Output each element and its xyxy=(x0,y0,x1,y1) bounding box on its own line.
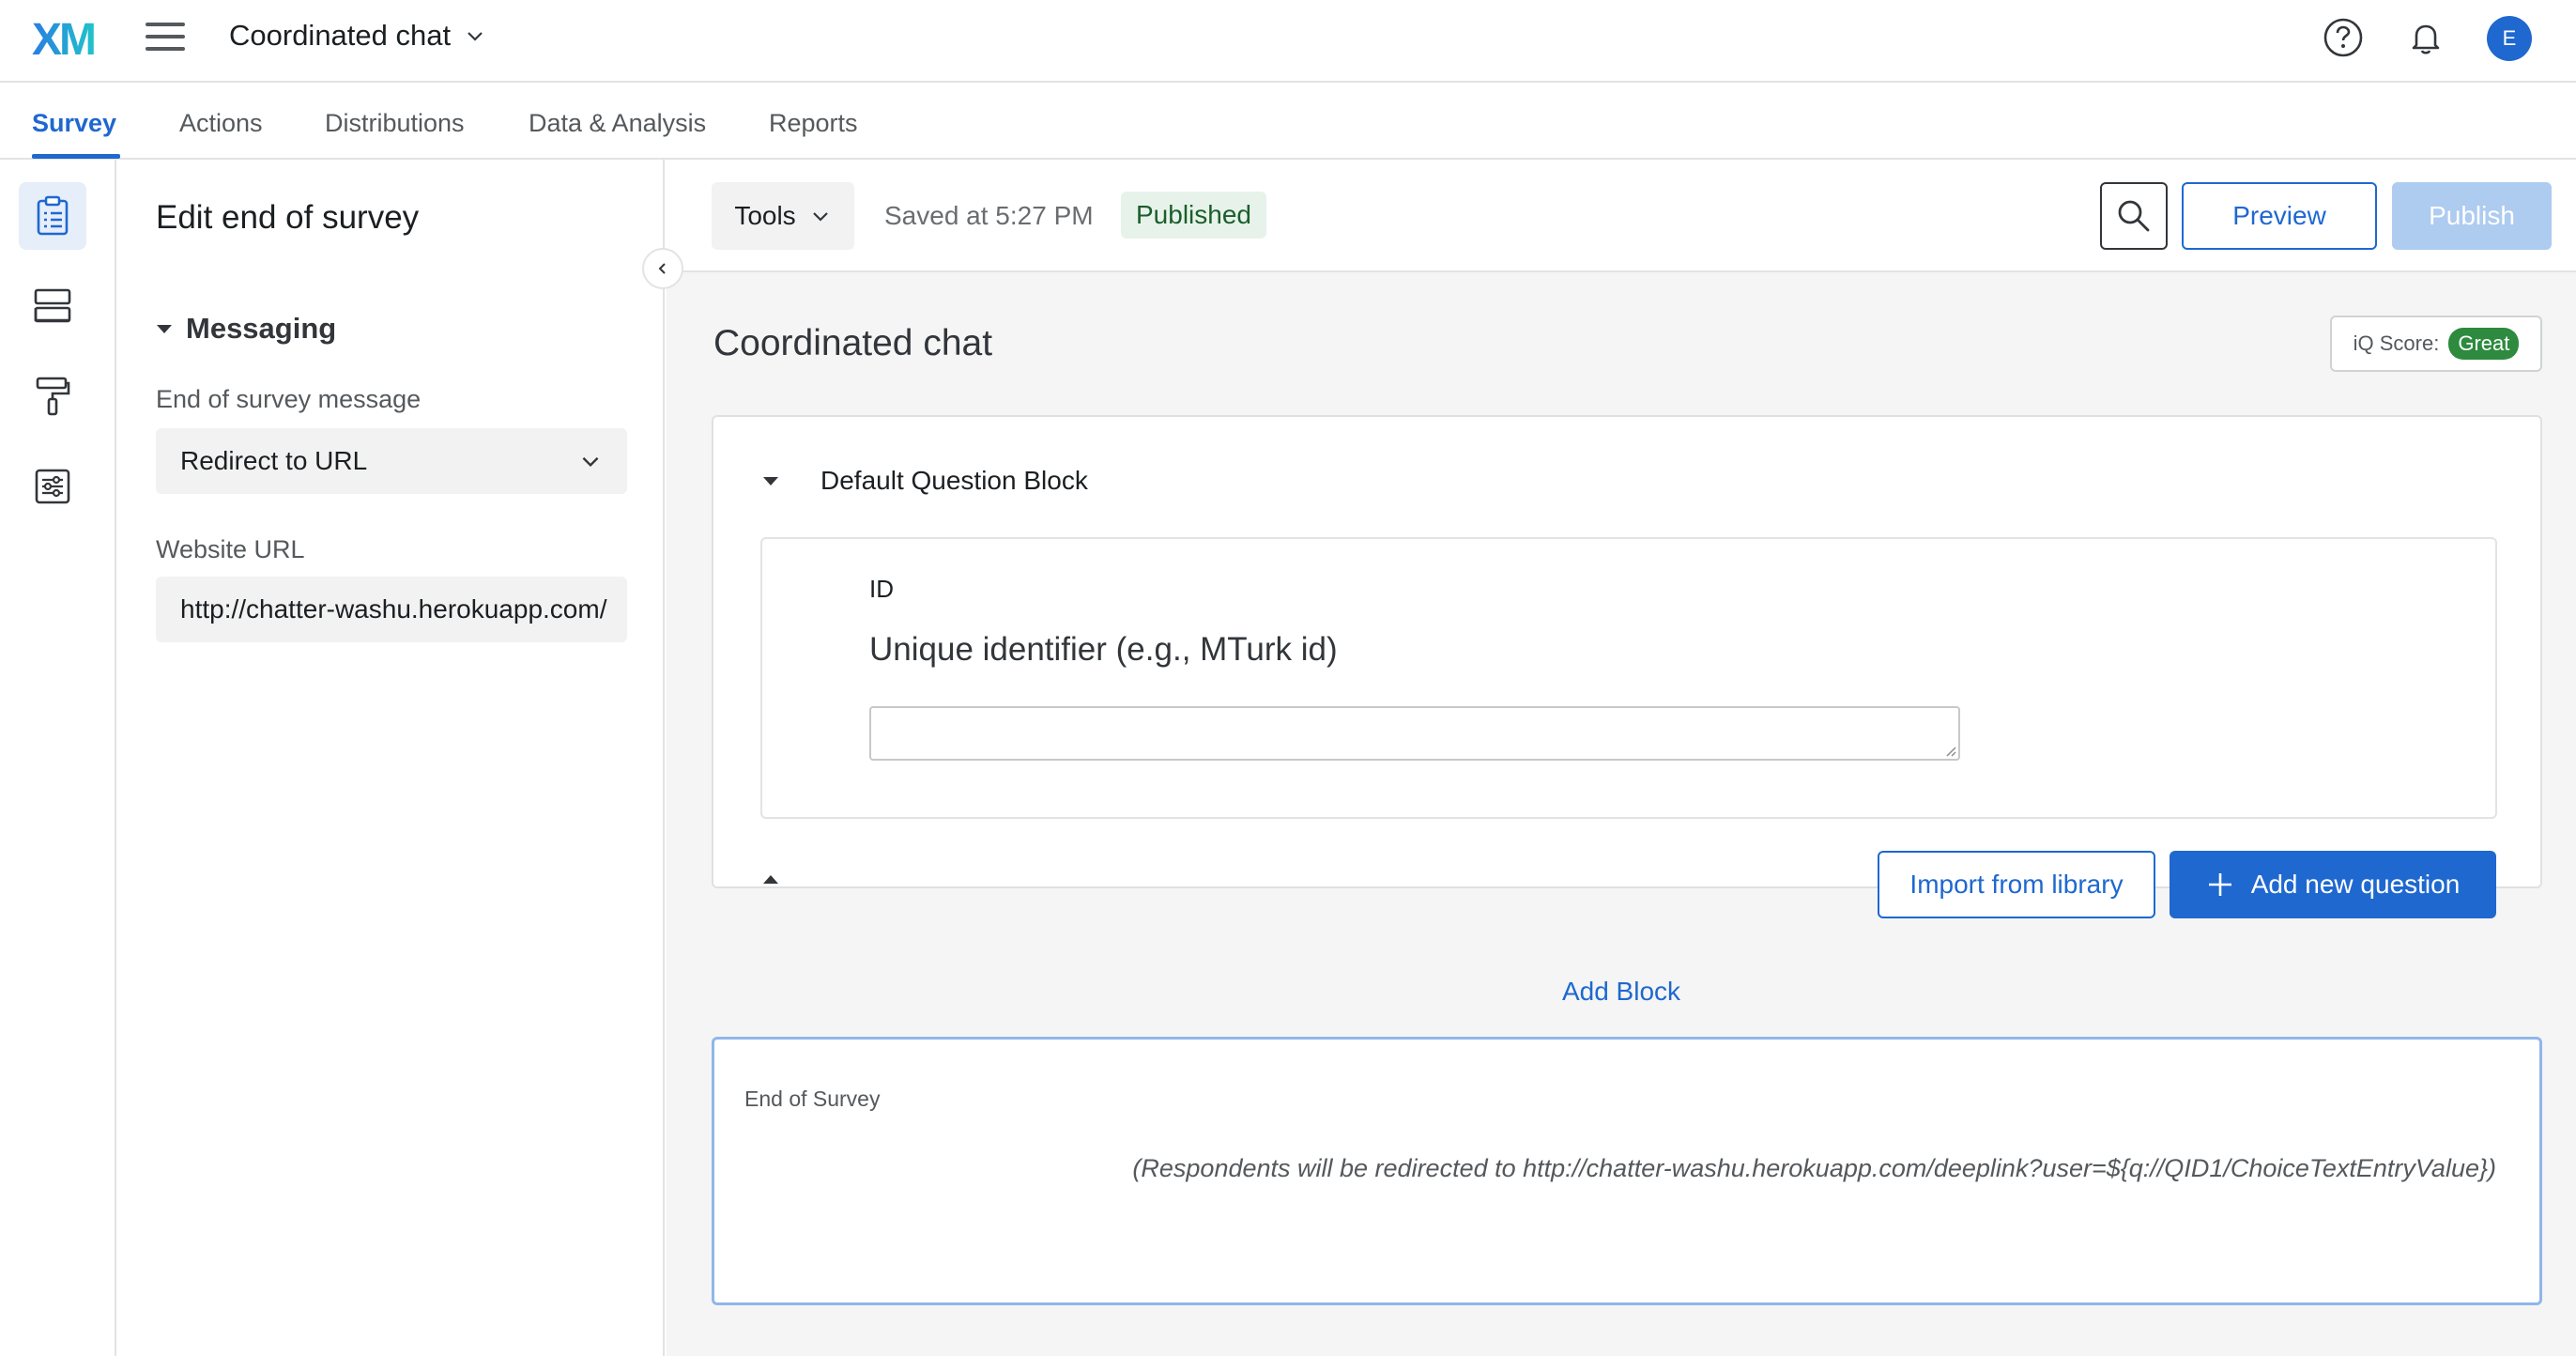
panel-title: Edit end of survey xyxy=(156,199,420,236)
svg-text:XM: XM xyxy=(32,15,94,62)
iq-score-button[interactable]: iQ Score: Great xyxy=(2330,316,2542,372)
block-header[interactable]: Default Question Block xyxy=(762,466,1088,496)
chevron-left-icon xyxy=(658,263,666,274)
end-message-select[interactable]: Redirect to URL xyxy=(156,428,627,494)
resize-handle-icon[interactable] xyxy=(1943,744,1956,757)
survey-title: Coordinated chat xyxy=(713,323,993,363)
add-question-label: Add new question xyxy=(2250,870,2461,899)
question-id: ID xyxy=(869,575,894,603)
search-icon xyxy=(2118,200,2150,232)
tab-reports[interactable]: Reports xyxy=(769,109,858,138)
question-text: Unique identifier (e.g., MTurk id) xyxy=(869,631,1338,668)
caret-down-icon xyxy=(763,477,778,485)
xm-logo[interactable]: XM xyxy=(32,15,107,62)
import-from-library-button[interactable]: Import from library xyxy=(1878,851,2155,918)
iq-score-badge: Great xyxy=(2448,328,2520,360)
menu-icon[interactable] xyxy=(146,23,185,56)
messaging-section-toggle[interactable]: Messaging xyxy=(156,312,336,346)
chevron-down-icon xyxy=(582,456,599,468)
collapse-panel-button[interactable] xyxy=(642,248,683,289)
end-of-survey-label: End of Survey xyxy=(744,1086,881,1111)
main-tabs: Survey Actions Distributions Data & Anal… xyxy=(0,85,2576,160)
tools-dropdown[interactable]: Tools xyxy=(712,182,854,250)
survey-options-icon[interactable] xyxy=(19,453,86,520)
project-title-dropdown[interactable]: Coordinated chat xyxy=(229,19,486,53)
tab-survey[interactable]: Survey xyxy=(32,109,116,138)
tools-label: Tools xyxy=(734,201,796,230)
caret-up-icon xyxy=(763,875,778,884)
tab-distributions[interactable]: Distributions xyxy=(325,109,465,138)
status-badge: Published xyxy=(1121,192,1266,239)
edit-panel: Edit end of survey Messaging End of surv… xyxy=(118,160,665,1356)
active-tab-indicator xyxy=(32,154,120,159)
redirect-message: (Respondents will be redirected to http:… xyxy=(1132,1154,2496,1182)
help-icon[interactable] xyxy=(2321,15,2366,60)
website-url-label: Website URL xyxy=(156,535,305,563)
website-url-input[interactable]: http://chatter-washu.herokuapp.com/ xyxy=(156,577,627,642)
tool-rail xyxy=(0,160,116,1356)
block-name: Default Question Block xyxy=(820,466,1088,495)
save-status: Saved at 5:27 PM xyxy=(884,201,1094,230)
top-bar: XM Coordinated chat E xyxy=(0,0,2576,83)
avatar[interactable]: E xyxy=(2487,16,2532,61)
end-of-survey-block[interactable]: End of Survey (Respondents will be redir… xyxy=(712,1037,2542,1305)
tab-data-analysis[interactable]: Data & Analysis xyxy=(529,109,706,138)
survey-icon[interactable] xyxy=(19,182,86,250)
chevron-down-icon xyxy=(812,212,828,222)
editor-toolbar: Tools Saved at 5:27 PM Published Preview… xyxy=(667,160,2576,272)
end-message-label: End of survey message xyxy=(156,385,422,413)
search-button[interactable] xyxy=(2100,182,2168,250)
plus-icon xyxy=(2208,873,2231,896)
tab-actions[interactable]: Actions xyxy=(179,109,263,138)
add-block-link[interactable]: Add Block xyxy=(667,977,2576,1007)
survey-editor: Tools Saved at 5:27 PM Published Preview… xyxy=(667,160,2576,1356)
project-title: Coordinated chat xyxy=(229,19,452,52)
blocks-icon[interactable] xyxy=(19,272,86,340)
end-message-value: Redirect to URL xyxy=(180,446,368,475)
publish-button[interactable]: Publish xyxy=(2392,182,2552,250)
question-text-entry[interactable] xyxy=(869,706,1960,761)
section-title: Messaging xyxy=(186,312,337,345)
add-new-question-button[interactable]: Add new question xyxy=(2170,851,2496,918)
chevron-down-icon xyxy=(468,32,483,41)
bell-icon[interactable] xyxy=(2403,15,2448,60)
caret-down-icon xyxy=(157,325,172,333)
look-and-feel-icon[interactable] xyxy=(19,362,86,430)
question-block: Default Question Block ID Unique identif… xyxy=(712,415,2542,918)
iq-score-label: iQ Score: xyxy=(2353,331,2440,355)
question-card[interactable]: ID Unique identifier (e.g., MTurk id) xyxy=(760,537,2497,819)
collapse-block-toggle[interactable] xyxy=(762,873,779,885)
preview-button[interactable]: Preview xyxy=(2182,182,2377,250)
